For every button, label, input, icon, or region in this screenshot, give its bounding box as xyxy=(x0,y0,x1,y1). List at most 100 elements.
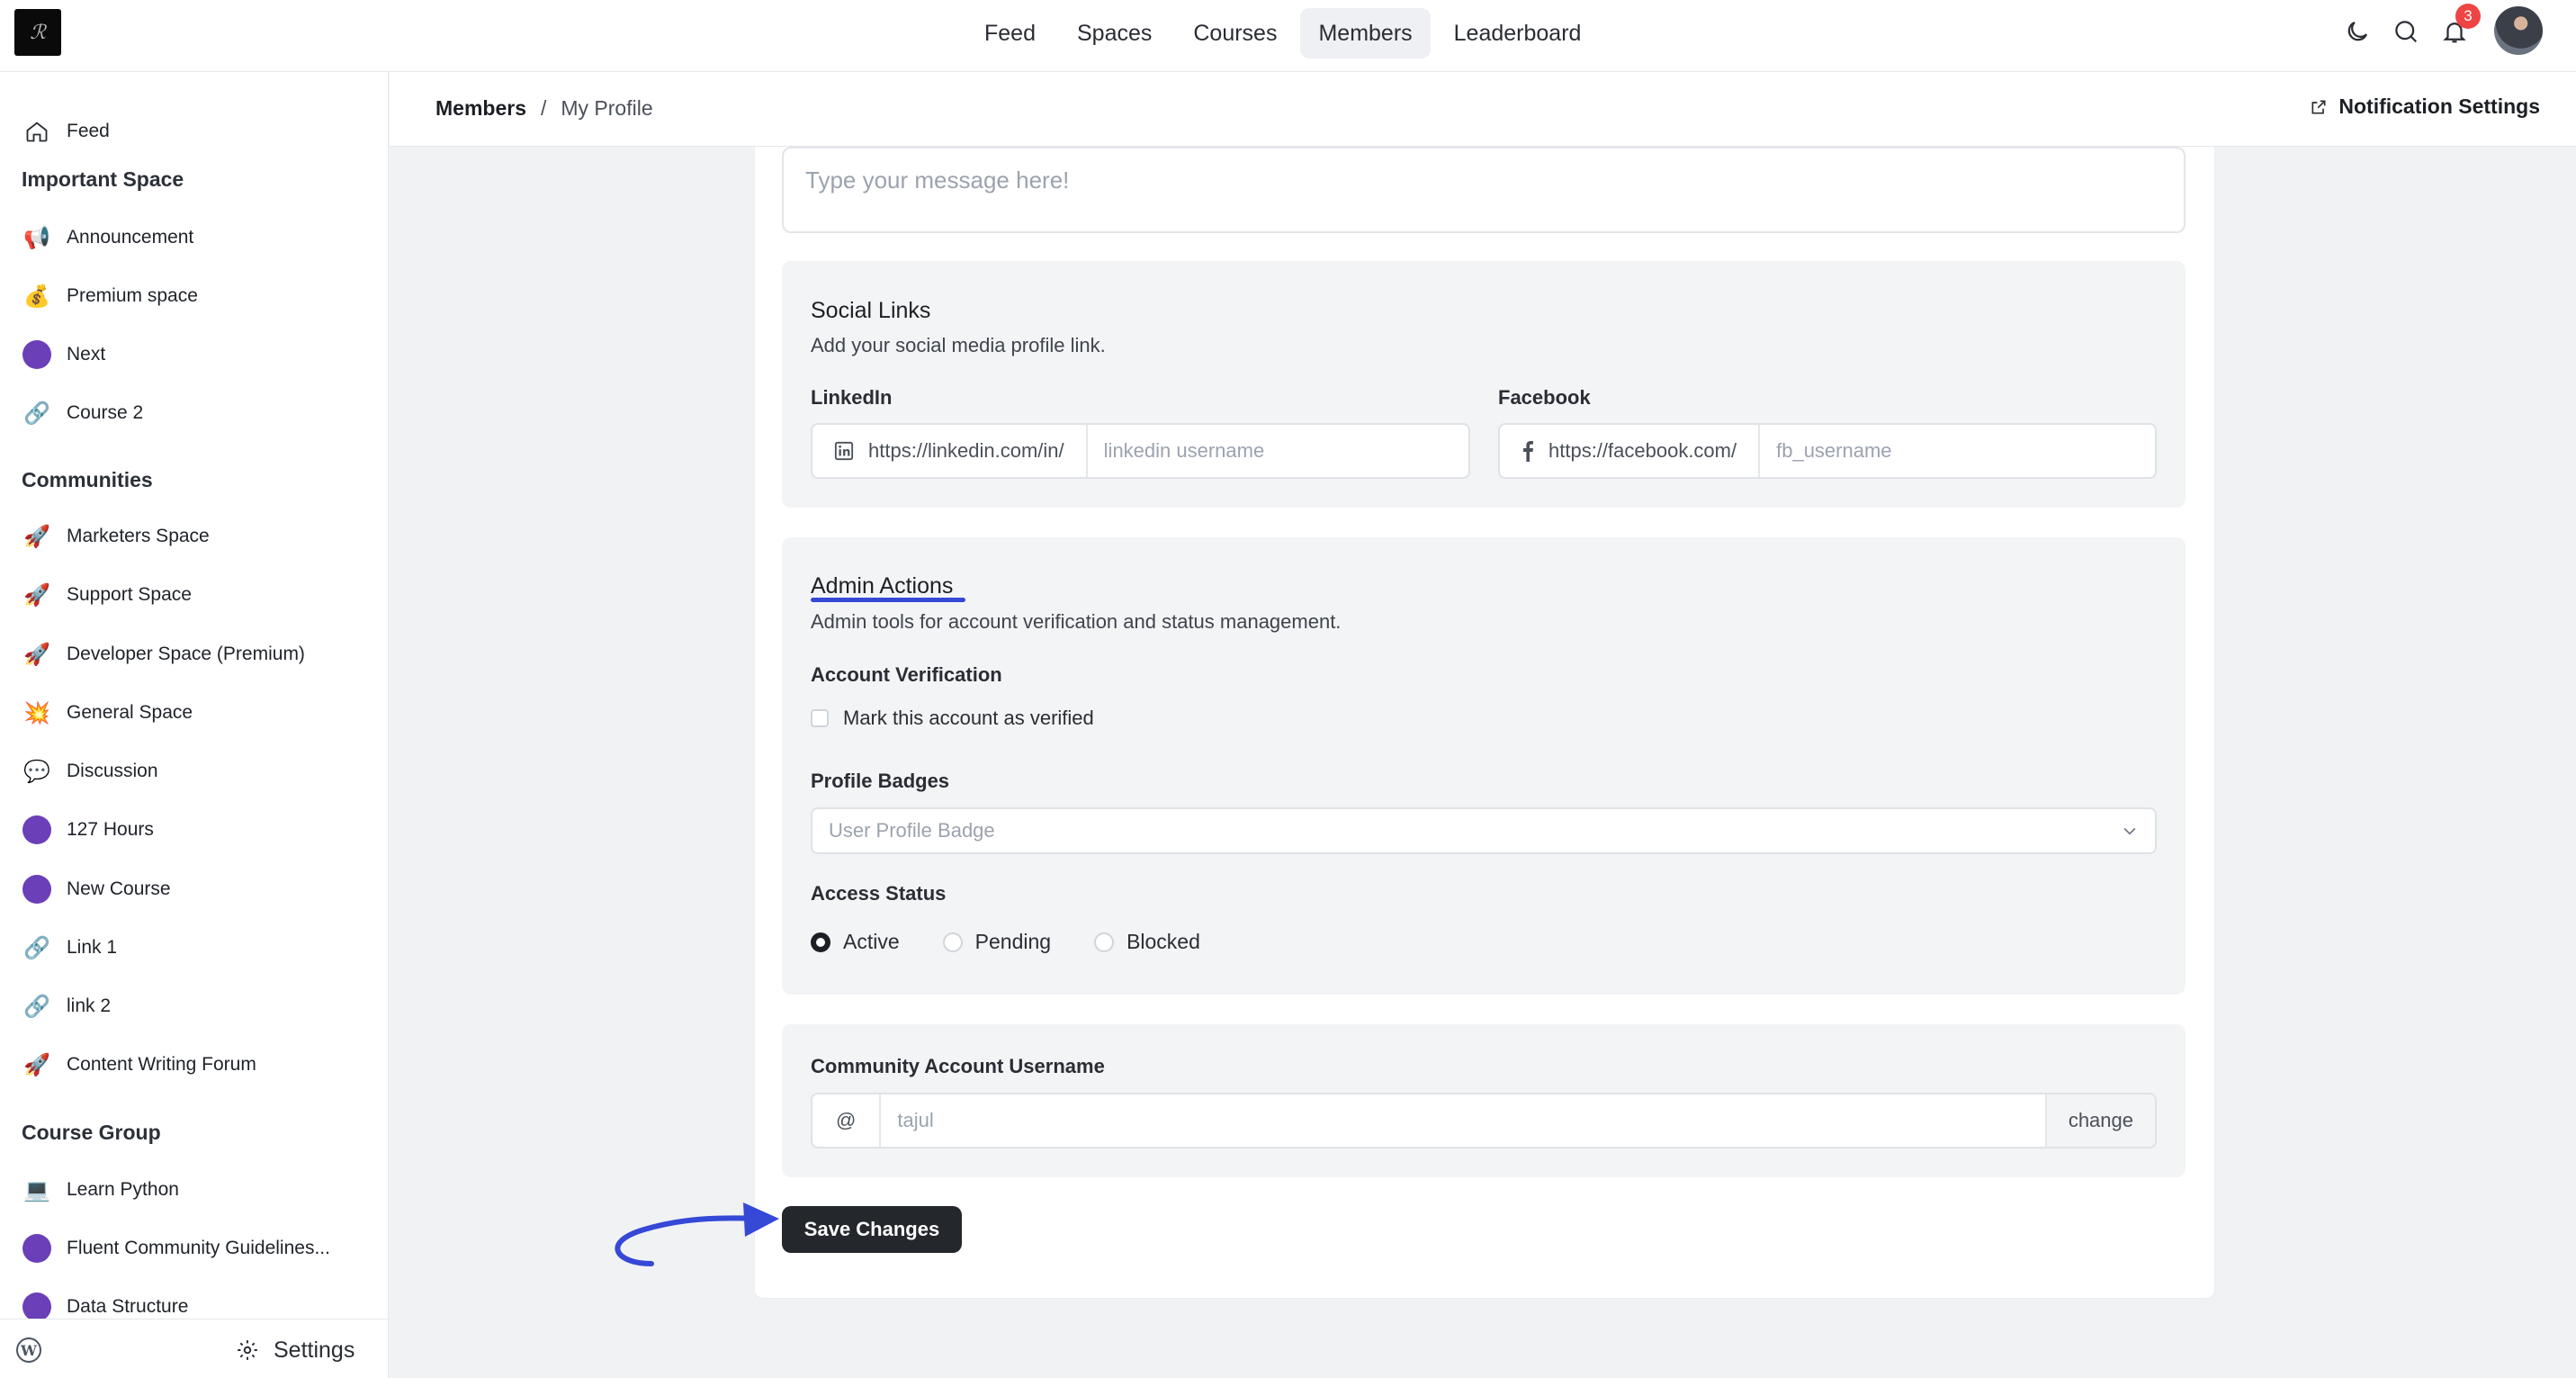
linkedin-prefix-text: https://linkedin.com/in/ xyxy=(868,439,1064,462)
space-dot-icon xyxy=(22,874,52,905)
sidebar-item-feed[interactable]: Feed xyxy=(22,113,110,149)
sidebar-item-label: Data Structure xyxy=(67,1296,189,1317)
sidebar-item-discussion[interactable]: 💬 Discussion xyxy=(22,753,158,789)
top-nav: Feed Spaces Courses Members Leaderboard xyxy=(966,8,1599,59)
wordpress-icon[interactable]: W xyxy=(16,1337,41,1363)
facebook-label: Facebook xyxy=(1498,386,1591,409)
section-title-communities: Communities xyxy=(22,468,153,491)
radio-circle xyxy=(942,932,963,952)
username-label: Community Account Username xyxy=(811,1055,1105,1077)
nav-courses[interactable]: Courses xyxy=(1175,8,1295,59)
nav-feed[interactable]: Feed xyxy=(966,8,1054,59)
facebook-username-input[interactable] xyxy=(1760,425,2155,477)
site-logo[interactable]: ℛ xyxy=(14,9,61,56)
search-icon[interactable] xyxy=(2391,16,2421,47)
title-underline-annotation xyxy=(811,598,965,602)
link-icon: 🔗 xyxy=(23,401,50,426)
user-avatar[interactable] xyxy=(2494,6,2543,55)
status-radio-blocked[interactable]: Blocked xyxy=(1094,930,1200,954)
dark-mode-icon[interactable] xyxy=(2342,16,2373,47)
sidebar-item-label: General Space xyxy=(67,702,193,723)
username-field: @ change xyxy=(811,1093,2157,1148)
profile-badges-select[interactable]: User Profile Badge xyxy=(811,807,2157,854)
arrow-annotation-icon xyxy=(615,1202,779,1266)
sidebar-item-label: Learn Python xyxy=(67,1179,179,1200)
breadcrumb-members[interactable]: Members xyxy=(435,96,526,121)
sidebar-item-marketers-space[interactable]: 🚀 Marketers Space xyxy=(22,518,210,554)
sidebar-item-label: Next xyxy=(67,344,106,365)
rocket-icon: 🚀 xyxy=(23,642,50,667)
sidebar-item-127-hours[interactable]: 127 Hours xyxy=(22,812,154,848)
sidebar-item-label: Marketers Space xyxy=(67,526,210,546)
nav-members[interactable]: Members xyxy=(1300,8,1431,59)
sidebar-item-content-writing-forum[interactable]: 🚀 Content Writing Forum xyxy=(22,1047,256,1083)
message-textarea[interactable]: Type your message here! xyxy=(782,147,2186,233)
sidebar-footer: W Settings xyxy=(0,1319,388,1378)
external-link-icon xyxy=(2311,100,2326,113)
megaphone-icon: 📢 xyxy=(23,225,50,250)
sidebar-item-fluent-community-guidelines[interactable]: Fluent Community Guidelines... xyxy=(22,1230,330,1266)
breadcrumb-separator: / xyxy=(540,96,547,120)
sidebar-item-support-space[interactable]: 🚀 Support Space xyxy=(22,577,192,613)
gear-icon xyxy=(238,1340,257,1360)
sidebar-item-learn-python[interactable]: 💻 Learn Python xyxy=(22,1172,179,1208)
social-links-panel: Social Links Add your social media profi… xyxy=(782,261,2186,508)
sidebar-item-new-course[interactable]: New Course xyxy=(22,871,171,907)
sidebar-item-label: Fluent Community Guidelines... xyxy=(67,1238,330,1258)
sidebar-item-label: 127 Hours xyxy=(67,819,154,840)
space-dot-icon xyxy=(22,339,52,370)
rocket-icon: 🚀 xyxy=(23,582,50,608)
home-icon xyxy=(22,116,52,147)
sidebar-item-label: Developer Space (Premium) xyxy=(67,644,305,664)
change-username-button[interactable]: change xyxy=(2044,1094,2155,1147)
breadcrumb-bar: Members / My Profile Notification Settin… xyxy=(390,72,2576,147)
sidebar-item-link-2[interactable]: 🔗 link 2 xyxy=(22,988,111,1024)
link-icon: 🔗 xyxy=(23,935,50,960)
sidebar-item-next[interactable]: Next xyxy=(22,337,105,373)
sidebar-item-label: link 2 xyxy=(67,995,112,1016)
linkedin-username-input[interactable] xyxy=(1087,425,1468,477)
collision-icon: 💥 xyxy=(23,700,50,725)
access-status-radios: Active Pending Blocked xyxy=(811,930,1200,954)
sidebar-item-label: Discussion xyxy=(67,761,158,781)
access-status-label: Access Status xyxy=(811,882,947,905)
sidebar-item-label: Support Space xyxy=(67,584,192,605)
save-changes-button[interactable]: Save Changes xyxy=(782,1206,962,1253)
status-radio-active[interactable]: Active xyxy=(811,930,900,954)
social-links-description: Add your social media profile link. xyxy=(811,334,1106,356)
chevron-down-icon xyxy=(2123,827,2136,835)
settings-label: Settings xyxy=(274,1337,355,1363)
sidebar-item-link-1[interactable]: 🔗 Link 1 xyxy=(22,930,117,966)
laptop-icon: 💻 xyxy=(23,1177,50,1202)
username-input[interactable] xyxy=(881,1094,2045,1147)
speech-bubble-icon: 💬 xyxy=(23,759,50,784)
notification-settings-label: Notification Settings xyxy=(2338,95,2540,118)
verify-checkbox[interactable] xyxy=(811,709,829,727)
sidebar-item-label: Premium space xyxy=(67,285,198,306)
facebook-prefix: https://facebook.com/ xyxy=(1500,425,1761,477)
settings-button[interactable]: Settings xyxy=(236,1332,355,1368)
sidebar-item-premium-space[interactable]: 💰 Premium space xyxy=(22,278,198,314)
sidebar-item-course-2[interactable]: 🔗 Course 2 xyxy=(22,395,143,431)
notification-badge: 3 xyxy=(2455,4,2481,29)
social-links-title: Social Links xyxy=(811,298,931,323)
nav-leaderboard[interactable]: Leaderboard xyxy=(1436,8,1600,59)
sidebar-item-general-space[interactable]: 💥 General Space xyxy=(22,695,193,731)
sidebar-item-announcement[interactable]: 📢 Announcement xyxy=(22,220,193,256)
radio-label: Pending xyxy=(974,930,1052,953)
sidebar-item-developer-space[interactable]: 🚀 Developer Space (Premium) xyxy=(22,636,305,672)
notification-settings-link[interactable]: Notification Settings xyxy=(2310,95,2540,119)
admin-actions-panel: Admin Actions Admin tools for account ve… xyxy=(782,537,2186,995)
status-radio-pending[interactable]: Pending xyxy=(942,930,1052,954)
sidebar-item-label: Announcement xyxy=(67,227,194,248)
linkedin-prefix: https://linkedin.com/in/ xyxy=(812,425,1088,477)
space-dot-icon xyxy=(22,1292,52,1322)
breadcrumb: Members / My Profile xyxy=(435,96,653,121)
notification-bell-icon[interactable]: 3 xyxy=(2439,4,2481,47)
verify-checkbox-row[interactable]: Mark this account as verified xyxy=(811,707,1094,730)
sidebar-item-label: Content Writing Forum xyxy=(67,1054,256,1075)
message-placeholder: Type your message here! xyxy=(805,167,1070,194)
radio-label: Blocked xyxy=(1126,930,1200,953)
nav-spaces[interactable]: Spaces xyxy=(1059,8,1170,59)
profile-badges-placeholder: User Profile Badge xyxy=(829,819,995,842)
